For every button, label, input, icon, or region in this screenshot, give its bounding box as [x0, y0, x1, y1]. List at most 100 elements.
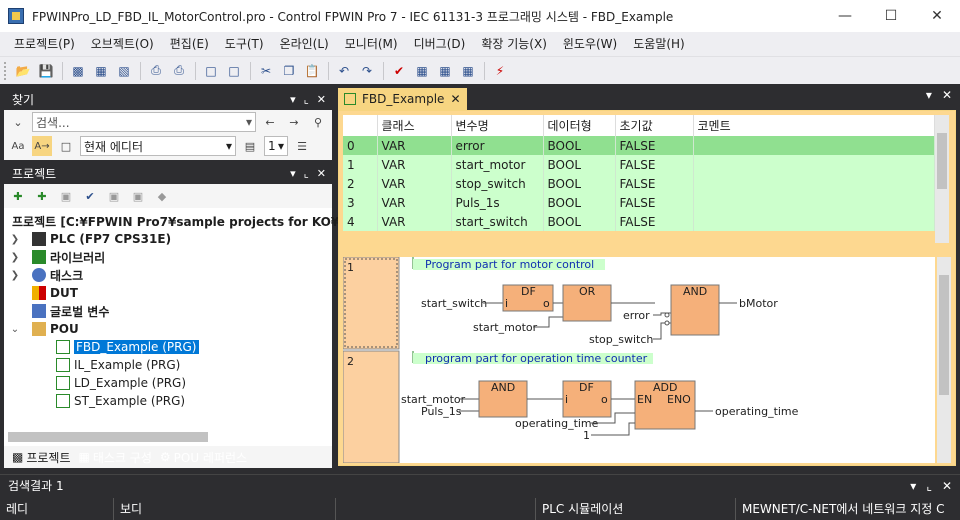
cell-class[interactable]: VAR	[377, 174, 452, 193]
cell-type[interactable]: BOOL	[543, 212, 616, 231]
tree-item-ld-example[interactable]: LD_Example (PRG)	[4, 374, 332, 392]
var-bmotor[interactable]: bMotor	[739, 297, 778, 310]
cell-class[interactable]: VAR	[377, 193, 452, 212]
fbd-scrollbar[interactable]	[937, 257, 951, 463]
search-input[interactable]: 검색... ▾	[32, 112, 256, 132]
cell-name[interactable]: error	[451, 136, 544, 155]
search-icon[interactable]: ⚲	[308, 112, 328, 132]
compile-icon[interactable]: ▦	[90, 60, 112, 82]
menu-tools[interactable]: 도구(T)	[217, 32, 272, 56]
table-row[interactable]: 1 VAR start_motor BOOL FALSE	[343, 155, 935, 174]
chevron-down-icon[interactable]: ⌄	[8, 324, 22, 335]
tab-task-config[interactable]: ▦ 태스크 구성	[75, 447, 156, 467]
cut-icon[interactable]: ✂	[255, 60, 277, 82]
cell-class[interactable]: VAR	[377, 155, 452, 174]
add-child-icon[interactable]: ✚	[32, 186, 52, 206]
redo-icon[interactable]: ↷	[356, 60, 378, 82]
stack2-icon[interactable]: ▣	[128, 186, 148, 206]
cell-comment[interactable]	[693, 193, 935, 212]
toolbar-grip[interactable]	[4, 61, 8, 80]
editor-tab-fbd-example[interactable]: FBD_Example ✕	[338, 88, 467, 110]
cell-init[interactable]: FALSE	[615, 212, 694, 231]
scope-select[interactable]: 현재 에디터 ▾	[80, 136, 236, 156]
cell-class[interactable]: VAR	[377, 212, 452, 231]
close-icon[interactable]: ✕	[317, 93, 326, 106]
results-title[interactable]: 검색결과 1	[8, 477, 64, 494]
menu-debug[interactable]: 디버그(D)	[406, 32, 474, 56]
tab-project[interactable]: ▩ 프로젝트	[8, 447, 75, 467]
chevron-down-icon[interactable]: ⌄	[8, 112, 28, 132]
var-stop-switch[interactable]: stop_switch	[589, 333, 653, 346]
cell-comment[interactable]	[693, 136, 935, 155]
cell-type[interactable]: BOOL	[543, 136, 616, 155]
comment-icon[interactable]: □	[200, 60, 222, 82]
pin-icon[interactable]: ⌞	[304, 93, 309, 106]
var-start-motor[interactable]: start_motor	[473, 321, 538, 334]
close-icon[interactable]: ✕	[942, 88, 952, 102]
match-case-icon[interactable]: Aa	[8, 136, 28, 156]
dropdown-icon[interactable]: ▾	[290, 167, 296, 180]
result-count-select[interactable]: 1 ▾	[264, 136, 288, 156]
var-start-switch[interactable]: start_switch	[421, 297, 487, 310]
horizontal-scrollbar[interactable]	[8, 432, 208, 442]
close-button[interactable]: ✕	[914, 0, 960, 32]
check-project-icon[interactable]: ✔	[80, 186, 100, 206]
dropdown-icon[interactable]: ▾	[290, 93, 296, 106]
menu-object[interactable]: 오브젝트(O)	[83, 32, 162, 56]
column-header[interactable]: 코멘트	[693, 115, 935, 136]
column-header[interactable]: 데이터형	[543, 115, 616, 136]
close-icon[interactable]: ✕	[317, 167, 326, 180]
column-header[interactable]: 초기값	[615, 115, 694, 136]
cell-comment[interactable]	[693, 155, 935, 174]
close-icon[interactable]: ✕	[450, 92, 460, 106]
maximize-button[interactable]: ☐	[868, 0, 914, 32]
download-icon[interactable]: ▦	[434, 60, 456, 82]
cell-init[interactable]: FALSE	[615, 155, 694, 174]
column-header[interactable]: 변수명	[451, 115, 544, 136]
layers-icon[interactable]: ◆	[152, 186, 172, 206]
cell-comment[interactable]	[693, 174, 935, 193]
tree-item-st-example[interactable]: ST_Example (PRG)	[4, 392, 332, 410]
menu-window[interactable]: 윈도우(W)	[555, 32, 625, 56]
tree-item-library[interactable]: ❯ 라이브러리	[4, 248, 332, 266]
stack-icon[interactable]: ▣	[104, 186, 124, 206]
var-operating-time-out[interactable]: operating_time	[715, 405, 799, 418]
minimize-button[interactable]: —	[822, 0, 868, 32]
arrow-right-icon[interactable]: →	[284, 112, 304, 132]
debug-icon[interactable]: ⚡	[489, 60, 511, 82]
tree-item-il-example[interactable]: IL_Example (PRG)	[4, 356, 332, 374]
arrow-left-icon[interactable]: ←	[260, 112, 280, 132]
menu-project[interactable]: 프로젝트(P)	[6, 32, 83, 56]
network-icon[interactable]: ▦	[411, 60, 433, 82]
comment-search-icon[interactable]: □	[56, 136, 76, 156]
print-icon[interactable]: ⎙	[168, 60, 190, 82]
var-puls-1s[interactable]: Puls_1s	[421, 405, 462, 418]
variable-table-scrollbar[interactable]	[935, 115, 949, 243]
cell-name[interactable]: Puls_1s	[451, 193, 544, 212]
grid-icon[interactable]: ▦	[457, 60, 479, 82]
list-add-icon[interactable]: ☰	[292, 136, 312, 156]
chevron-right-icon[interactable]: ❯	[8, 252, 22, 263]
table-row[interactable]: 2 VAR stop_switch BOOL FALSE	[343, 174, 935, 193]
tree-item-plc[interactable]: ❯ PLC (FP7 CPS31E)	[4, 230, 332, 248]
tree-item-task[interactable]: ❯ 태스크	[4, 266, 332, 284]
undo-icon[interactable]: ↶	[333, 60, 355, 82]
close-icon[interactable]: ✕	[942, 479, 952, 493]
table-row[interactable]: 3 VAR Puls_1s BOOL FALSE	[343, 193, 935, 212]
cell-init[interactable]: FALSE	[615, 193, 694, 212]
dropdown-icon[interactable]: ▾	[926, 88, 932, 102]
column-header[interactable]: 클래스	[377, 115, 452, 136]
tab-pou-reference[interactable]: ⚙ POU 레퍼런스	[156, 447, 251, 467]
chevron-right-icon[interactable]: ❯	[8, 270, 22, 281]
add-object-icon[interactable]: ✚	[8, 186, 28, 206]
cell-type[interactable]: BOOL	[543, 193, 616, 212]
table-row[interactable]: 4 VAR start_switch BOOL FALSE	[343, 212, 935, 231]
cell-init[interactable]: FALSE	[615, 174, 694, 193]
library-icon[interactable]: ▣	[56, 186, 76, 206]
menu-edit[interactable]: 편집(E)	[162, 32, 217, 56]
tree-item-pou[interactable]: ⌄ POU	[4, 320, 332, 338]
results-icon[interactable]: ▤	[240, 136, 260, 156]
cell-name[interactable]: start_switch	[451, 212, 544, 231]
save-icon[interactable]: 💾	[35, 60, 57, 82]
scrollbar-thumb[interactable]	[939, 275, 949, 395]
